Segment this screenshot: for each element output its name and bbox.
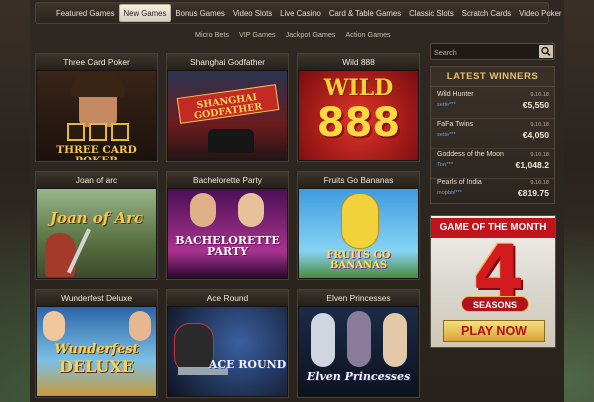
game-tile[interactable]: Wild 888 WILD 888 (297, 53, 420, 162)
game-tile[interactable]: Bachelorette Party BACHELORETTE PARTY (166, 171, 289, 280)
subnav-jackpot-games[interactable]: Jackpot Games (286, 30, 336, 39)
nav-card-table-games[interactable]: Card & Table Games (325, 4, 405, 22)
nav-bonus-games[interactable]: Bonus Games (171, 4, 228, 22)
latest-winners-panel: LATEST WINNERS Wild Hunter 9.10.18 sette… (430, 66, 555, 204)
winner-date: 9.10.18 (530, 92, 549, 98)
card-row (49, 123, 147, 141)
search-input[interactable] (434, 46, 537, 58)
game-thumbnail[interactable]: Wunderfest DELUXE (37, 307, 156, 396)
game-tile[interactable]: Fruits Go Bananas FRUITS GO BANANAS (297, 171, 420, 280)
category-nav: Featured Games New Games Bonus Games Vid… (35, 2, 562, 24)
game-logo: Joan of Arc (49, 209, 144, 227)
winner-row[interactable]: FaFa Twins 9.10.18 sette*** €4,050 (431, 121, 554, 149)
sub-category-nav: Micro Bets VIP Games Jackpot Games Actio… (195, 30, 391, 39)
game-title: Elven Princesses (298, 290, 419, 306)
game-logo: DELUXE (58, 357, 134, 376)
play-now-button[interactable]: PLAY NOW (443, 320, 545, 342)
search-icon (541, 46, 551, 57)
festival-figure (129, 311, 151, 341)
game-of-the-month-banner[interactable]: GAME OF THE MONTH 4 SEASONS PLAY NOW (430, 215, 556, 348)
winner-game: FaFa Twins (437, 121, 474, 128)
game-logo-top: WILD (323, 75, 394, 101)
party-figure (190, 193, 216, 227)
game-tile[interactable]: Ace Round ACE ROUND (166, 289, 289, 398)
game-logo: FRUITS GO BANANAS (326, 250, 391, 271)
winner-row[interactable]: Wild Hunter 9.10.18 sette*** €5,550 (431, 91, 554, 119)
game-thumbnail[interactable]: FRUITS GO BANANAS (299, 189, 418, 278)
nav-new-games[interactable]: New Games (118, 4, 172, 22)
winner-date: 9.10.18 (530, 152, 549, 158)
search-button[interactable] (539, 45, 553, 58)
game-thumbnail[interactable]: Joan of Arc (37, 189, 156, 278)
game-logo: THREE CARD POKER (56, 144, 137, 160)
game-tile[interactable]: Wunderfest Deluxe Wunderfest DELUXE (35, 289, 158, 398)
dealer-hair (71, 71, 125, 97)
princess-figure (311, 313, 335, 367)
game-logo-top: Wunderfest (54, 342, 139, 357)
game-tile[interactable]: Joan of arc Joan of Arc (35, 171, 158, 280)
game-title: Shanghai Godfather (167, 54, 288, 70)
car-icon (208, 129, 254, 153)
game-thumbnail[interactable]: WILD 888 (299, 71, 418, 160)
game-title: Wunderfest Deluxe (36, 290, 157, 306)
subnav-vip-games[interactable]: VIP Games (239, 30, 276, 39)
latest-winners-title: LATEST WINNERS (431, 67, 554, 87)
nav-video-slots[interactable]: Video Slots (229, 4, 276, 22)
subnav-action-games[interactable]: Action Games (346, 30, 391, 39)
game-thumbnail[interactable]: ACE ROUND (168, 307, 287, 396)
divider (431, 148, 554, 149)
banana-character (341, 193, 379, 249)
game-title: Wild 888 (298, 54, 419, 70)
nav-scratch-cards[interactable]: Scratch Cards (458, 4, 515, 22)
game-tile[interactable]: Shanghai Godfather SHANGHAI GODFATHER (166, 53, 289, 162)
game-tile[interactable]: Three Card Poker THREE CARD POKER (35, 53, 158, 162)
search-box (430, 43, 555, 60)
winner-user: mopbbl*** (437, 190, 462, 196)
winner-date: 9.10.18 (530, 122, 549, 128)
game-title: Bachelorette Party (167, 172, 288, 188)
winner-amount: €819.75 (517, 188, 549, 198)
game-thumbnail[interactable]: THREE CARD POKER (37, 71, 156, 160)
winner-amount: €4,050 (522, 130, 549, 140)
nav-classic-slots[interactable]: Classic Slots (405, 4, 458, 22)
game-thumbnail[interactable]: BACHELORETTE PARTY (168, 189, 287, 278)
nav-video-poker[interactable]: Video Poker (515, 4, 565, 22)
princess-figure (347, 311, 371, 367)
nav-live-casino[interactable]: Live Casino (276, 4, 325, 22)
divider (431, 118, 554, 119)
winner-row[interactable]: Pearls of India 9.10.18 mopbbl*** €819.7… (437, 179, 549, 207)
winner-date: 9.10.18 (530, 180, 549, 186)
game-title: Joan of arc (36, 172, 157, 188)
winner-user: Torr*** (437, 162, 454, 168)
winner-user: sette*** (437, 132, 456, 138)
game-tile[interactable]: Elven Princesses Elven Princesses (297, 289, 420, 398)
game-logo: BACHELORETTE PARTY (175, 234, 280, 258)
winner-game: Goddess of the Moon (437, 151, 504, 158)
game-logo: 888 (316, 100, 401, 146)
festival-figure (43, 311, 65, 341)
winner-game: Pearls of India (437, 179, 482, 186)
winner-row[interactable]: Goddess of the Moon 9.10.18 Torr*** €1,0… (431, 151, 554, 179)
winner-game: Wild Hunter (437, 91, 474, 98)
party-figure (238, 193, 264, 227)
princess-figure (383, 313, 407, 367)
game-title: Fruits Go Bananas (298, 172, 419, 188)
game-of-the-month-logo-word: SEASONS (461, 296, 529, 312)
game-thumbnail[interactable]: SHANGHAI GODFATHER (168, 71, 287, 160)
game-title: Three Card Poker (36, 54, 157, 70)
winner-amount: €5,550 (522, 100, 549, 110)
game-thumbnail[interactable]: Elven Princesses (299, 307, 418, 396)
game-logo: Elven Princesses (306, 370, 411, 383)
winner-amount: €1,048.2 (515, 160, 549, 170)
game-title: Ace Round (167, 290, 288, 306)
winner-user: sette*** (437, 102, 456, 108)
subnav-micro-bets[interactable]: Micro Bets (195, 30, 229, 39)
nav-featured-games[interactable]: Featured Games (52, 4, 119, 22)
game-logo: ACE ROUND (208, 358, 287, 371)
